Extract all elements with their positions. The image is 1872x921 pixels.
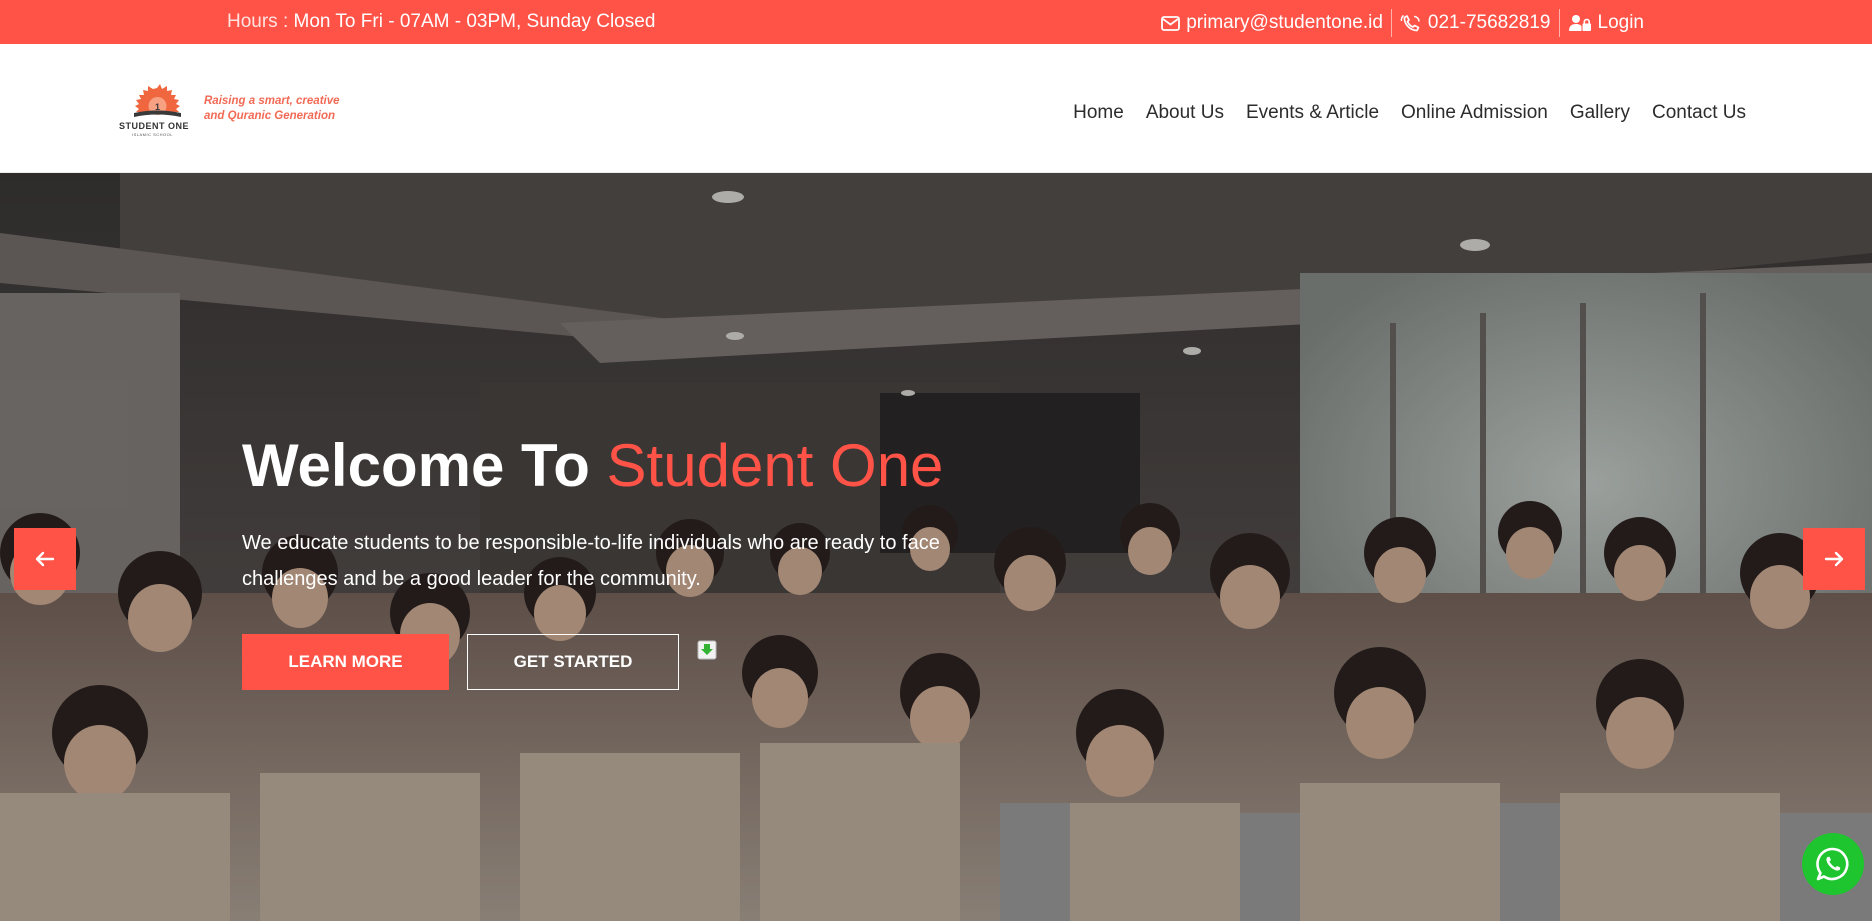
site-logo[interactable]: 1 STUDENT ONE ISLAMIC SCHOOL Raising a s…	[116, 84, 346, 144]
arrow-left-icon	[35, 551, 55, 567]
hero-description: We educate students to be responsible-to…	[242, 532, 940, 590]
site-header: 1 STUDENT ONE ISLAMIC SCHOOL Raising a s…	[0, 44, 1872, 173]
hours-value: Mon To Fri - 07AM - 03PM, Sunday Closed	[293, 11, 656, 32]
svg-text:1: 1	[155, 102, 160, 112]
user-lock-icon	[1568, 14, 1592, 32]
slider-next-button[interactable]	[1803, 528, 1865, 590]
whatsapp-chat-button[interactable]	[1802, 833, 1864, 895]
hero-title-accent: Student One	[606, 432, 944, 499]
whatsapp-icon	[1816, 847, 1849, 881]
logo-name: STUDENT ONE	[119, 121, 190, 131]
logo-emblem-icon: 1	[134, 84, 181, 117]
logo-subtitle: ISLAMIC SCHOOL	[132, 132, 174, 137]
learn-more-button[interactable]: LEARN MORE	[242, 634, 449, 690]
tagline-line-2: and Quranic Generation	[204, 110, 335, 122]
main-nav: Home About Us Events & Article Online Ad…	[1062, 102, 1757, 124]
opening-hours: Hours : Mon To Fri - 07AM - 03PM, Sunday…	[227, 11, 655, 33]
get-started-button[interactable]: GET STARTED	[467, 634, 679, 690]
nav-item-gallery[interactable]: Gallery	[1559, 102, 1641, 124]
login-link[interactable]: Login	[1560, 9, 1653, 37]
hours-label: Hours :	[227, 11, 289, 32]
top-contacts: primary@studentone.id 021-75682819 Login	[1153, 9, 1652, 37]
envelope-icon	[1161, 15, 1181, 31]
tagline-line-1: Raising a smart, creative	[204, 95, 340, 107]
email-text: primary@studentone.id	[1186, 12, 1383, 33]
email-link[interactable]: primary@studentone.id	[1153, 9, 1391, 37]
hero-title-main: Welcome To	[242, 432, 607, 499]
logo-tagline: Raising a smart, creative and Quranic Ge…	[204, 94, 340, 124]
login-text: Login	[1597, 12, 1645, 33]
phone-text: 021-75682819	[1427, 12, 1551, 33]
nav-item-events-article[interactable]: Events & Article	[1235, 102, 1390, 124]
phone-link[interactable]: 021-75682819	[1392, 9, 1559, 37]
nav-item-contact-us[interactable]: Contact Us	[1641, 102, 1757, 124]
download-icon[interactable]	[697, 640, 717, 660]
arrow-right-icon	[1824, 551, 1844, 567]
phone-icon	[1400, 14, 1422, 32]
nav-item-about-us[interactable]: About Us	[1135, 102, 1235, 124]
top-bar: Hours : Mon To Fri - 07AM - 03PM, Sunday…	[0, 0, 1872, 44]
nav-item-online-admission[interactable]: Online Admission	[1390, 102, 1559, 124]
slider-prev-button[interactable]	[14, 528, 76, 590]
hero-title: Welcome To Student One	[242, 431, 943, 500]
nav-item-home[interactable]: Home	[1062, 102, 1135, 124]
hero-slider: Welcome To Student One We educate studen…	[0, 173, 1872, 921]
